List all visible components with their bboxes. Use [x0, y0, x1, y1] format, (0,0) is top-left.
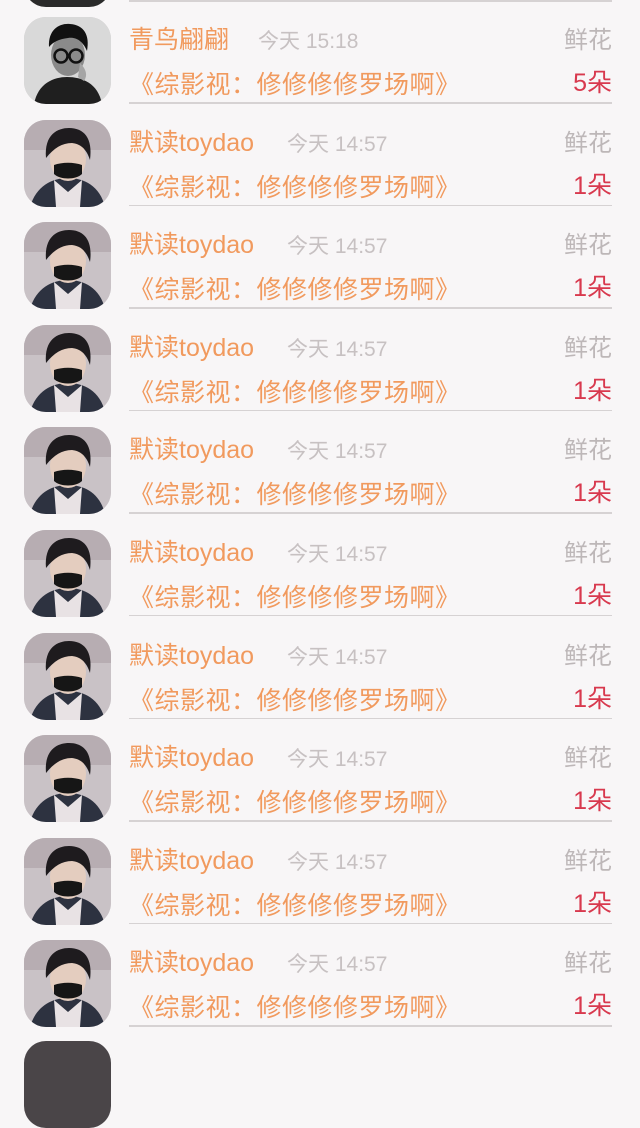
avatar[interactable] — [24, 529, 111, 617]
gift-type-label: 鲜花 — [564, 847, 612, 875]
timestamp: 今天 14:57 — [287, 440, 388, 464]
flower-count: 1朵 — [573, 684, 612, 713]
book-title[interactable]: 《综影视：修修修修罗场啊》 — [129, 475, 461, 511]
timestamp: 今天 14:57 — [287, 235, 388, 259]
book-title[interactable]: 《综影视：修修修修罗场啊》 — [129, 578, 461, 614]
timestamp: 今天 14:57 — [287, 542, 388, 566]
book-title[interactable]: 《综影视：修修修修罗场啊》 — [129, 681, 461, 717]
flower-count: 5朵 — [573, 69, 612, 97]
list-item[interactable]: 默读toydao 今天 14:57 鲜花 《综影视：修修修修罗场啊》 1朵 — [0, 205, 640, 310]
flower-count: 1朵 — [573, 376, 612, 405]
user-name[interactable]: 青鸟翩翩 — [129, 20, 229, 56]
timestamp: 今天 14:57 — [287, 132, 388, 156]
gift-type-label: 鲜花 — [564, 129, 612, 157]
book-title[interactable]: 《综影视：修修修修罗场啊》 — [129, 886, 461, 922]
list-item[interactable]: 默读toydao 今天 14:57 鲜花 《综影视：修修修修罗场啊》 1朵 — [0, 718, 640, 823]
list-item[interactable]: 默读toydao 今天 14:57 鲜花 《综影视：修修修修罗场啊》 1朵 — [0, 308, 640, 412]
timestamp: 今天 15:18 — [258, 30, 359, 53]
user-name[interactable]: 默读toydao — [129, 841, 254, 877]
user-name[interactable]: 默读toydao — [129, 636, 254, 672]
user-name[interactable]: 默读toydao — [129, 943, 254, 979]
flower-count: 1朵 — [573, 992, 612, 1021]
avatar[interactable] — [24, 735, 111, 823]
timestamp: 今天 14:57 — [287, 337, 388, 361]
list-item[interactable]: 默读toydao 今天 14:57 鲜花 《综影视：修修修修罗场啊》 1朵 — [0, 103, 640, 207]
book-title[interactable]: 《综影视：修修修修罗场啊》 — [129, 65, 461, 101]
timestamp: 今天 14:57 — [287, 748, 388, 772]
gift-type-label: 鲜花 — [564, 642, 612, 670]
flower-count: 1朵 — [573, 581, 612, 610]
timestamp: 今天 14:57 — [287, 645, 388, 669]
book-title[interactable]: 《综影视：修修修修罗场啊》 — [129, 988, 461, 1024]
list-item[interactable]: 默读toydao 今天 14:57 鲜花 《综影视：修修修修罗场啊》 1朵 — [0, 821, 640, 925]
book-title[interactable]: 《综影视：修修修修罗场啊》 — [129, 168, 461, 204]
book-title[interactable]: 《综影视：修修修修罗场啊》 — [129, 373, 461, 409]
avatar[interactable] — [24, 940, 111, 1028]
gift-type-label: 鲜花 — [564, 539, 612, 567]
list-item[interactable]: 默读toydao 今天 14:57 鲜花 《综影视：修修修修罗场啊》 1朵 — [0, 923, 640, 1028]
gift-type-label: 鲜花 — [564, 334, 612, 362]
timestamp: 今天 14:57 — [287, 850, 388, 874]
gift-type-label: 鲜花 — [564, 950, 612, 978]
flower-count: 1朵 — [573, 787, 612, 816]
user-name[interactable]: 默读toydao — [129, 430, 254, 466]
avatar[interactable] — [24, 632, 111, 720]
book-title[interactable]: 《综影视：修修修修罗场啊》 — [129, 270, 461, 306]
gift-type-label: 鲜花 — [564, 745, 612, 773]
avatar[interactable] — [24, 222, 111, 310]
divider — [129, 1025, 612, 1027]
list-item[interactable]: 默读toydao 今天 14:57 鲜花 《综影视：修修修修罗场啊》 1朵 — [0, 513, 640, 617]
avatar[interactable] — [24, 119, 111, 207]
book-title[interactable]: 《综影视：修修修修罗场啊》 — [129, 783, 461, 819]
avatar[interactable] — [24, 427, 111, 515]
avatar[interactable] — [24, 1041, 111, 1128]
user-name[interactable]: 默读toydao — [129, 328, 254, 364]
user-name[interactable]: 默读toydao — [129, 533, 254, 569]
flower-count: 1朵 — [573, 479, 612, 508]
flower-count: 1朵 — [573, 171, 612, 200]
avatar[interactable] — [24, 837, 111, 925]
user-name[interactable]: 默读toydao — [129, 738, 254, 774]
avatar[interactable] — [24, 17, 111, 104]
gift-type-label: 鲜花 — [564, 27, 612, 54]
list-item[interactable]: 默读toydao 今天 14:57 鲜花 《综影视：修修修修罗场啊》 1朵 — [0, 410, 640, 515]
list-item[interactable]: 默读toydao 今天 14:57 鲜花 《综影视：修修修修罗场啊》 1朵 — [0, 616, 640, 720]
flower-count: 1朵 — [573, 274, 612, 303]
user-name[interactable]: 默读toydao — [129, 225, 254, 261]
user-name[interactable]: 默读toydao — [129, 123, 254, 159]
list-item[interactable]: 青鸟翩翩 今天 15:18 鲜花 《综影视：修修修修罗场啊》 5朵 — [0, 0, 640, 104]
timestamp: 今天 14:57 — [287, 953, 388, 977]
gift-type-label: 鲜花 — [564, 232, 612, 260]
flower-gift-list: 青鸟翩翩 今天 15:18 鲜花 《综影视：修修修修罗场啊》 5朵 默读toyd… — [0, 0, 640, 1028]
avatar[interactable] — [24, 324, 111, 412]
gift-type-label: 鲜花 — [564, 437, 612, 465]
flower-count: 1朵 — [573, 889, 612, 918]
